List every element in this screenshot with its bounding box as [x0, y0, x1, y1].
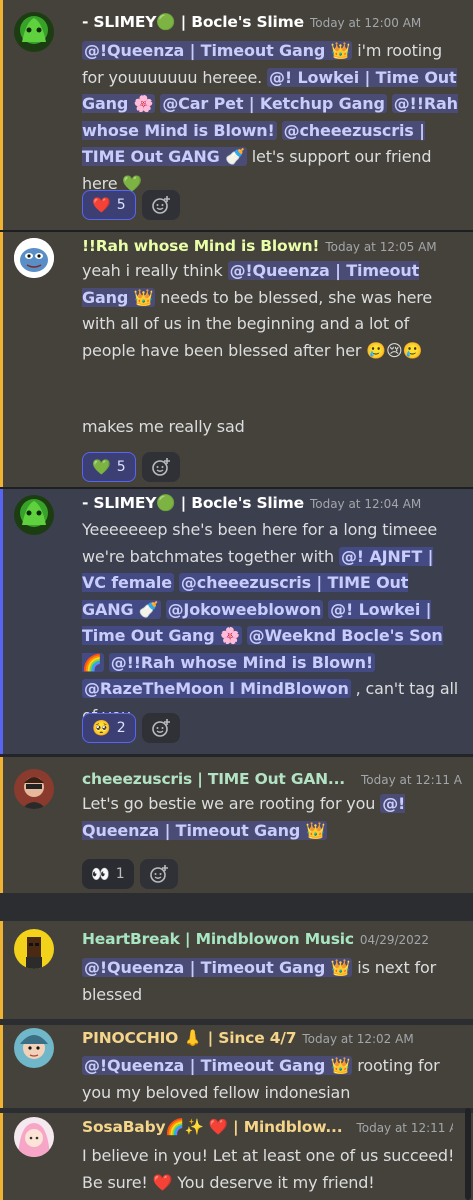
message-content: yeah i really think @!Queenza | Timeout … [82, 258, 461, 364]
add-reaction-button[interactable] [139, 859, 178, 889]
pleading-face-emoji-icon: 🥺 [92, 718, 111, 737]
user-mention[interactable]: @!Queenza | Timeout Gang 👑 [82, 958, 353, 977]
author-name[interactable]: - SLIMEY🟢 | Bocle's Slime [82, 13, 304, 31]
message-5: HeartBreak | Mindblowon Music 04/29/2022 … [0, 921, 473, 1019]
highlight-bar [0, 489, 3, 754]
user-mention[interactable]: @!Queenza | Timeout Gang 👑 [82, 1056, 353, 1075]
reactions: ❤️ 5 [82, 190, 180, 220]
user-mention[interactable]: @Car Pet | Ketchup Gang [160, 94, 387, 113]
add-reaction-icon [149, 865, 168, 883]
message-text [242, 626, 247, 645]
avatar[interactable] [14, 1028, 54, 1068]
reactions: 👀 1 [82, 859, 178, 889]
message-1: - SLIMEY🟢 | Bocle's Slime Today at 12:00 … [0, 0, 473, 230]
add-reaction-icon [151, 196, 170, 214]
timestamp: Today at 12:11 AM [356, 1121, 453, 1135]
reaction-green-heart[interactable]: 💚 5 [82, 452, 136, 482]
mention-highlight-bar [0, 757, 3, 893]
timestamp: Today at 12:11 AM [361, 773, 463, 787]
message-text [104, 653, 109, 672]
message-content: makes me really sad [82, 414, 461, 441]
message-header: !!Rah whose Mind is Blown! Today at 12:05… [82, 236, 463, 255]
message-content: I believe in you! Let at least one of us… [82, 1143, 457, 1196]
user-mention[interactable]: @!Queenza | Timeout Gang 👑 [82, 41, 353, 60]
message-content: @!Queenza | Timeout Gang 👑 is next for b… [82, 955, 461, 1008]
reaction-count: 5 [116, 197, 126, 213]
mention-highlight-bar [0, 1113, 3, 1200]
message-text [387, 94, 392, 113]
message-text [161, 600, 166, 619]
add-reaction-button[interactable] [141, 713, 180, 743]
mention-highlight-bar [0, 0, 3, 230]
author-name[interactable]: !!Rah whose Mind is Blown! [82, 237, 320, 255]
eyes-emoji-icon: 👀 [91, 864, 110, 883]
reaction-eyes[interactable]: 👀 1 [82, 859, 134, 889]
message-2: !!Rah whose Mind is Blown! Today at 12:05… [0, 232, 473, 487]
reaction-pleading[interactable]: 🥺 2 [82, 713, 136, 743]
message-6: PINOCCHIO 👃 | Since 4/7 Today at 12:02 AM… [0, 1025, 473, 1108]
author-name[interactable]: HeartBreak | Mindblowon Music [82, 930, 354, 948]
message-4: cheeezuscris | TIME Out GAN... Today at 1… [0, 757, 473, 893]
avatar[interactable] [14, 769, 54, 809]
timestamp: Today at 12:04 AM [309, 497, 422, 511]
message-header: HeartBreak | Mindblowon Music 04/29/2022 [82, 929, 463, 948]
avatar[interactable] [14, 1117, 54, 1157]
add-reaction-icon [151, 458, 170, 476]
avatar[interactable] [14, 495, 54, 535]
reaction-count: 5 [116, 459, 126, 475]
heart-emoji-icon: ❤️ [92, 195, 111, 214]
timestamp: Today at 12:02 AM [302, 1032, 414, 1046]
divider [0, 893, 473, 921]
message-text [277, 121, 282, 140]
reaction-heart[interactable]: ❤️ 5 [82, 190, 136, 220]
add-reaction-icon [151, 719, 170, 737]
message-text: Let's go bestie we are rooting for you [82, 794, 381, 813]
timestamp: 04/29/2022 [359, 933, 430, 947]
message-content: @!Queenza | Timeout Gang 👑 i'm rooting f… [82, 38, 461, 197]
message-content: Yeeeeeeep she's been here for a long tim… [82, 517, 461, 729]
reaction-count: 2 [116, 720, 126, 736]
mention-highlight-bar [0, 232, 3, 487]
avatar[interactable] [14, 929, 54, 969]
user-mention[interactable]: @Jokoweeblowon [165, 599, 324, 619]
add-reaction-button[interactable] [141, 190, 180, 220]
message-header: - SLIMEY🟢 | Bocle's Slime Today at 12:00 … [82, 12, 463, 31]
reaction-count: 1 [115, 866, 125, 882]
message-text: yeah i really think [82, 261, 228, 280]
avatar[interactable] [14, 238, 54, 278]
message-header: PINOCCHIO 👃 | Since 4/7 Today at 12:02 AM [82, 1028, 463, 1047]
message-text: I believe in you! Let at least one of us… [82, 1146, 455, 1192]
message-3: - SLIMEY🟢 | Bocle's Slime Today at 12:04 … [0, 489, 473, 754]
user-mention[interactable]: @!!Rah whose Mind is Blown! [108, 652, 375, 672]
message-header: SosaBaby🌈✨ ❤️ | Mindblow... Today at 12:1… [82, 1117, 453, 1136]
message-content: @!Queenza | Timeout Gang 👑 rooting for y… [82, 1053, 461, 1106]
reactions: 🥺 2 [82, 713, 180, 743]
avatar[interactable] [14, 12, 54, 52]
message-text: makes me really sad [82, 417, 245, 436]
author-name[interactable]: cheeezuscris | TIME Out GAN... [82, 770, 345, 788]
author-name[interactable]: PINOCCHIO 👃 | Since 4/7 [82, 1029, 297, 1047]
user-mention[interactable]: @RazeTheMoon l MindBlowon [82, 679, 351, 698]
add-reaction-button[interactable] [141, 452, 180, 482]
message-header: - SLIMEY🟢 | Bocle's Slime Today at 12:04 … [82, 493, 463, 512]
mention-highlight-bar [0, 921, 3, 1019]
timestamp: Today at 12:00 AM [309, 16, 422, 30]
message-header: cheeezuscris | TIME Out GAN... Today at 1… [82, 769, 463, 788]
message-7: SosaBaby🌈✨ ❤️ | Mindblow... Today at 12:1… [0, 1113, 473, 1200]
green-heart-emoji-icon: 💚 [92, 457, 111, 476]
mention-highlight-bar [0, 1025, 3, 1108]
scrollbar[interactable] [465, 1108, 471, 1200]
author-name[interactable]: SosaBaby🌈✨ ❤️ | Mindblow... [82, 1118, 343, 1136]
reactions: 💚 5 [82, 452, 180, 482]
author-name[interactable]: - SLIMEY🟢 | Bocle's Slime [82, 494, 304, 512]
timestamp: Today at 12:05 AM [325, 240, 437, 254]
message-content: Let's go bestie we are rooting for you @… [82, 791, 461, 844]
